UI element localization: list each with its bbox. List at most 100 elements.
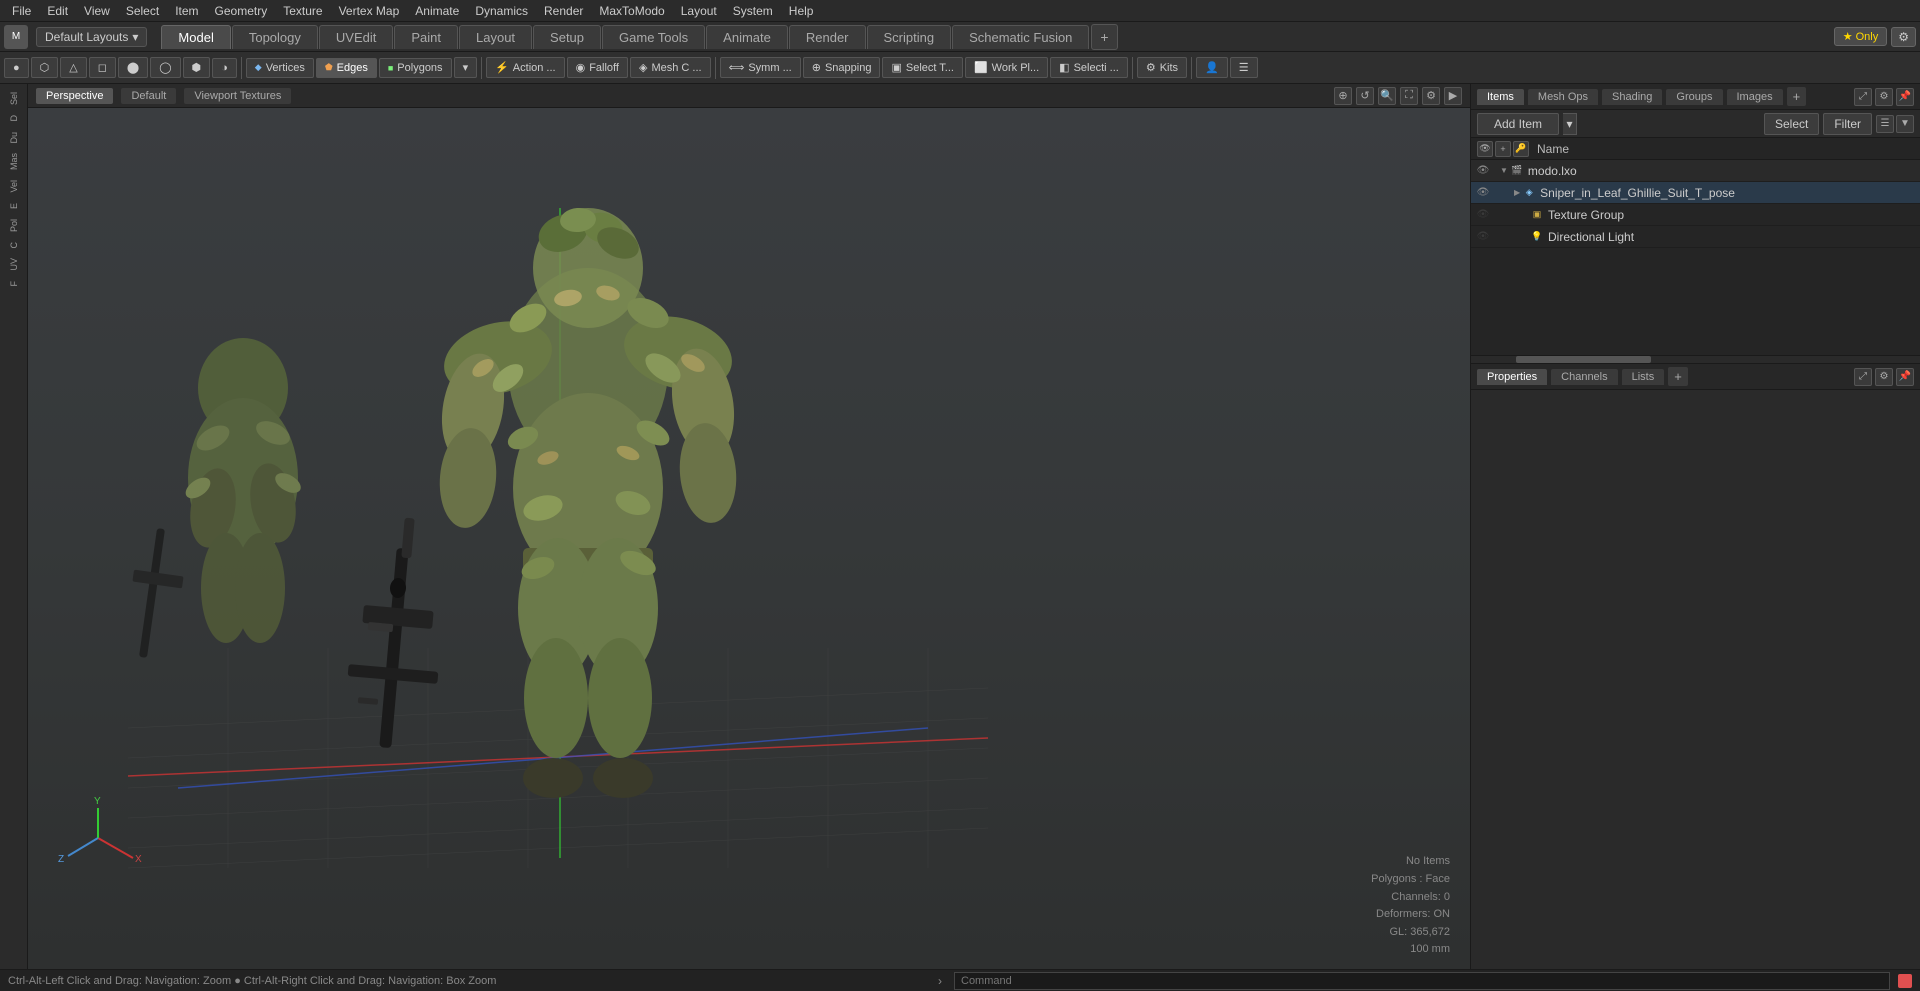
menu-maxtomodo[interactable]: MaxToModo bbox=[591, 2, 672, 20]
item-row-sniper[interactable]: 👁 ▶ ◈ Sniper_in_Leaf_Ghillie_Suit_T_pose bbox=[1471, 182, 1920, 204]
vp-tab-default[interactable]: Default bbox=[121, 88, 176, 104]
props-tab-channels[interactable]: Channels bbox=[1551, 369, 1617, 385]
tab-game-tools[interactable]: Game Tools bbox=[602, 25, 705, 49]
vp-btn-reset[interactable]: ↺ bbox=[1356, 87, 1374, 105]
icon-tool-7[interactable]: ⬢ bbox=[183, 57, 211, 78]
menu-geometry[interactable]: Geometry bbox=[207, 2, 276, 20]
menu-edit[interactable]: Edit bbox=[39, 2, 76, 20]
icon-tool-6[interactable]: ◯ bbox=[150, 57, 180, 78]
gear-button[interactable]: ⚙ bbox=[1891, 27, 1916, 47]
add-item-dropdown[interactable]: ▾ bbox=[1563, 113, 1577, 135]
vp-btn-play[interactable]: ▶ bbox=[1444, 87, 1462, 105]
panel-tab-add[interactable]: + bbox=[1787, 87, 1807, 106]
polygons-button[interactable]: ■ Polygons bbox=[379, 58, 452, 78]
props-pin-icon[interactable]: 📌 bbox=[1896, 368, 1914, 386]
menu-vertex-map[interactable]: Vertex Map bbox=[331, 2, 408, 20]
icon-tool-1[interactable]: ● bbox=[4, 58, 29, 78]
vertices-button[interactable]: ◆ Vertices bbox=[246, 58, 314, 78]
item-eye-sniper[interactable]: 👁 bbox=[1475, 185, 1491, 201]
symm-button[interactable]: ⟺ Symm ... bbox=[720, 57, 801, 78]
menu-texture[interactable]: Texture bbox=[275, 2, 330, 20]
tab-add-button[interactable]: + bbox=[1091, 24, 1117, 50]
user-icon-button[interactable]: 👤 bbox=[1196, 57, 1228, 78]
mesh-c-button[interactable]: ◈ Mesh C ... bbox=[630, 57, 711, 78]
panel-tab-shading[interactable]: Shading bbox=[1602, 89, 1662, 105]
work-pl-button[interactable]: ⬜ Work Pl... bbox=[965, 57, 1048, 78]
col-icon-eye[interactable]: 👁 bbox=[1477, 141, 1493, 157]
sidebar-mas[interactable]: Mas bbox=[7, 149, 21, 174]
add-item-button[interactable]: Add Item bbox=[1477, 113, 1559, 135]
snapping-button[interactable]: ⊕ Snapping bbox=[803, 57, 881, 78]
panel-pin-icon[interactable]: 📌 bbox=[1896, 88, 1914, 106]
item-arrow-modo[interactable]: ▼ bbox=[1500, 166, 1508, 175]
filter-settings-icon[interactable]: ▼ bbox=[1896, 115, 1914, 133]
menu-icon-button[interactable]: ☰ bbox=[1230, 57, 1258, 78]
menu-layout[interactable]: Layout bbox=[673, 2, 725, 20]
props-settings-icon[interactable]: ⚙ bbox=[1875, 368, 1893, 386]
sidebar-vel[interactable]: Vel bbox=[7, 176, 21, 197]
icon-tool-5[interactable]: ⬤ bbox=[118, 57, 148, 78]
panel-tab-items[interactable]: Items bbox=[1477, 89, 1524, 105]
vp-tab-textures[interactable]: Viewport Textures bbox=[184, 88, 291, 104]
command-input[interactable] bbox=[954, 972, 1890, 990]
status-indicator[interactable] bbox=[1898, 974, 1912, 988]
viewport[interactable]: Perspective Default Viewport Textures ⊕ … bbox=[28, 84, 1470, 969]
tab-scripting[interactable]: Scripting bbox=[867, 25, 952, 49]
vp-btn-settings[interactable]: ⚙ bbox=[1422, 87, 1440, 105]
col-icon-key[interactable]: 🔑 bbox=[1513, 141, 1529, 157]
vp-tab-perspective[interactable]: Perspective bbox=[36, 88, 113, 104]
icon-tool-3[interactable]: △ bbox=[60, 57, 86, 78]
item-row-dir-light[interactable]: 👁 💡 Directional Light bbox=[1471, 226, 1920, 248]
tab-setup[interactable]: Setup bbox=[533, 25, 601, 49]
selecti-button[interactable]: ◧ Selecti ... bbox=[1050, 57, 1128, 78]
tab-paint[interactable]: Paint bbox=[394, 25, 458, 49]
panel-settings-icon[interactable]: ⚙ bbox=[1875, 88, 1893, 106]
tab-topology[interactable]: Topology bbox=[232, 25, 318, 49]
tab-schematic-fusion[interactable]: Schematic Fusion bbox=[952, 25, 1089, 49]
layout-dropdown[interactable]: Default Layouts ▾ bbox=[36, 27, 147, 47]
menu-render[interactable]: Render bbox=[536, 2, 591, 20]
menu-system[interactable]: System bbox=[725, 2, 781, 20]
sidebar-pol[interactable]: Pol bbox=[7, 215, 21, 236]
tab-animate[interactable]: Animate bbox=[706, 25, 788, 49]
col-icon-add[interactable]: + bbox=[1495, 141, 1511, 157]
sidebar-c[interactable]: C bbox=[7, 238, 21, 253]
menu-file[interactable]: File bbox=[4, 2, 39, 20]
menu-item[interactable]: Item bbox=[167, 2, 206, 20]
menu-select[interactable]: Select bbox=[118, 2, 167, 20]
sidebar-f[interactable]: F bbox=[7, 277, 21, 291]
kits-button[interactable]: ⚙ Kits bbox=[1137, 57, 1187, 78]
menu-help[interactable]: Help bbox=[781, 2, 822, 20]
mode-extra-button[interactable]: ▾ bbox=[454, 57, 478, 78]
sidebar-uv[interactable]: UV bbox=[7, 254, 21, 275]
panel-expand-icon[interactable]: ⤢ bbox=[1854, 88, 1872, 106]
panel-tab-images[interactable]: Images bbox=[1727, 89, 1783, 105]
menu-animate[interactable]: Animate bbox=[407, 2, 467, 20]
menu-view[interactable]: View bbox=[76, 2, 118, 20]
sidebar-d[interactable]: D bbox=[7, 111, 21, 126]
props-tab-properties[interactable]: Properties bbox=[1477, 369, 1547, 385]
tab-model[interactable]: Model bbox=[161, 25, 230, 49]
items-filter-button[interactable]: Filter bbox=[1823, 113, 1872, 135]
action-button[interactable]: ⚡ Action ... bbox=[486, 57, 565, 78]
select-t-button[interactable]: ▣ Select T... bbox=[882, 57, 963, 78]
tab-layout[interactable]: Layout bbox=[459, 25, 532, 49]
item-row-modo-lxo[interactable]: 👁 ▼ 🎬 modo.lxo bbox=[1471, 160, 1920, 182]
vp-btn-crosshair[interactable]: ⊕ bbox=[1334, 87, 1352, 105]
panel-tab-groups[interactable]: Groups bbox=[1666, 89, 1722, 105]
sidebar-e[interactable]: E bbox=[7, 199, 21, 213]
vp-btn-frame[interactable]: ⛶ bbox=[1400, 87, 1418, 105]
items-select-button[interactable]: Select bbox=[1764, 113, 1819, 135]
item-arrow-sniper[interactable]: ▶ bbox=[1514, 188, 1520, 197]
filter-toggle-icon[interactable]: ☰ bbox=[1876, 115, 1894, 133]
scene-area[interactable]: X Y Z bbox=[28, 108, 1470, 969]
icon-tool-8[interactable]: ◑ bbox=[212, 58, 237, 78]
edges-button[interactable]: ⬟ Edges bbox=[316, 58, 377, 78]
icon-tool-2[interactable]: ⬡ bbox=[31, 57, 59, 78]
props-tab-lists[interactable]: Lists bbox=[1622, 369, 1665, 385]
panel-tab-mesh-ops[interactable]: Mesh Ops bbox=[1528, 89, 1598, 105]
icon-tool-4[interactable]: ◻ bbox=[89, 57, 116, 78]
sidebar-du[interactable]: Du bbox=[7, 128, 21, 148]
tab-render[interactable]: Render bbox=[789, 25, 866, 49]
item-eye-texture[interactable]: 👁 bbox=[1475, 207, 1491, 223]
